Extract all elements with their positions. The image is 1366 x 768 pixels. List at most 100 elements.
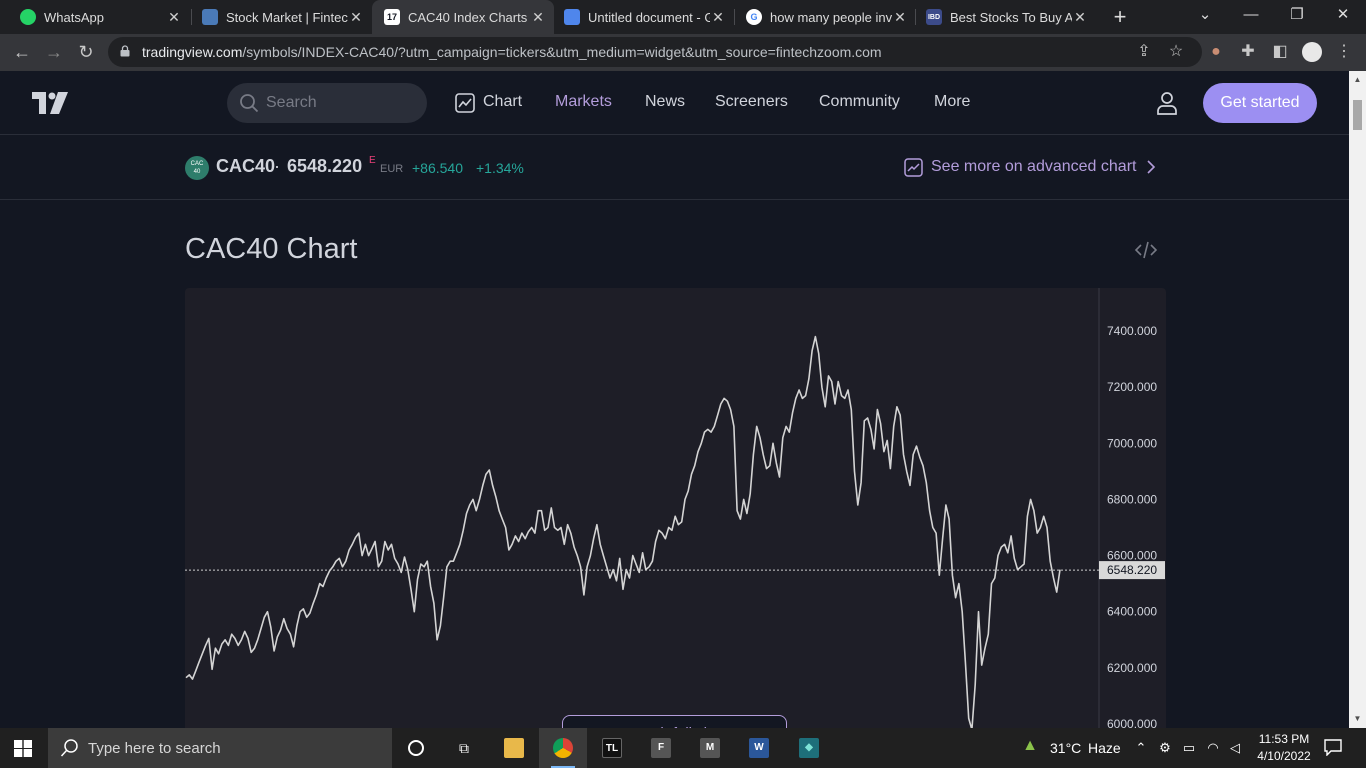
badge-line1: CAC	[190, 161, 204, 167]
defender-icon[interactable]: ⚙	[1157, 740, 1173, 756]
back-button[interactable]: ←	[8, 38, 36, 66]
wifi-icon[interactable]: ◠	[1205, 740, 1221, 756]
task-view-button[interactable]: ⧉	[440, 728, 488, 768]
tab-google-search[interactable]: G how many people inve ✕	[736, 0, 916, 34]
app-m-button[interactable]: M	[686, 728, 734, 768]
site-search-input[interactable]: Search	[227, 83, 427, 123]
taskbar-search-input[interactable]: Type here to search	[48, 728, 392, 768]
address-bar[interactable]: tradingview.com/symbols/INDEX-CAC40/?utm…	[108, 37, 1202, 67]
notifications-icon[interactable]	[1324, 739, 1342, 756]
embed-code-icon[interactable]	[1134, 241, 1158, 259]
close-icon[interactable]: ✕	[166, 9, 182, 26]
cookie-extension-icon[interactable]: ●	[1206, 42, 1226, 62]
launch-full-chart-button[interactable]: Launch full chart	[562, 715, 787, 728]
close-icon[interactable]: ✕	[710, 9, 726, 26]
symbol-currency: EUR	[380, 163, 404, 175]
chart-icon[interactable]	[455, 93, 475, 113]
clock-date: 4/10/2022	[1257, 749, 1311, 763]
tab-title: how many people inve	[770, 9, 892, 25]
price-change-percent: +1.34%	[476, 160, 524, 176]
tab-fintechzoom[interactable]: Stock Market | Fintech ✕	[182, 0, 372, 34]
close-icon[interactable]: ✕	[892, 9, 908, 26]
system-clock[interactable]: 11:53 PM 4/10/2022	[1253, 731, 1315, 765]
nav-news[interactable]: News	[645, 93, 685, 111]
advanced-chart-link[interactable]: See more on advanced chart	[931, 158, 1136, 176]
tradinglite-button[interactable]: TL	[588, 728, 636, 768]
y-tick-label: 7400.000	[1107, 324, 1157, 338]
tab-google-docs[interactable]: Untitled document - G ✕	[554, 0, 734, 34]
tab-search-button[interactable]: ⌄	[1182, 0, 1228, 34]
forward-button[interactable]: →	[40, 38, 68, 66]
windows-start-icon[interactable]	[14, 740, 32, 757]
last-price-label: 6548.220	[1107, 563, 1157, 577]
weather-icon[interactable]: ▲	[1020, 738, 1040, 758]
close-icon[interactable]: ✕	[1072, 9, 1088, 26]
share-icon[interactable]: ⇪	[1134, 42, 1154, 62]
chart-canvas[interactable]: 7400.000 7200.000 7000.000 6800.000 6600.000…	[185, 288, 1166, 728]
menu-kebab-icon[interactable]: ⋮	[1334, 42, 1354, 62]
symbol-name: CAC40	[216, 156, 276, 176]
word-button[interactable]: W	[735, 728, 783, 768]
profile-avatar[interactable]	[1302, 42, 1322, 62]
app-m-icon: M	[700, 738, 720, 758]
restore-button[interactable]: ❐	[1274, 0, 1320, 34]
scrollbar-thumb[interactable]	[1353, 100, 1362, 130]
nav-screeners[interactable]: Screeners	[715, 93, 788, 111]
close-icon[interactable]: ✕	[530, 9, 546, 26]
nav-community[interactable]: Community	[819, 93, 900, 111]
word-icon: W	[749, 738, 769, 758]
get-started-button[interactable]: Get started	[1203, 83, 1317, 123]
tab-tradingview[interactable]: 17 CAC40 Index Charts a ✕	[372, 0, 554, 34]
tab-title: CAC40 Index Charts a	[408, 9, 530, 25]
minimize-button[interactable]: —	[1228, 0, 1274, 34]
chevron-up-icon[interactable]: ⌃	[1133, 740, 1149, 756]
page-scrollbar[interactable]: ▲ ▼	[1349, 71, 1366, 728]
tab-title: WhatsApp	[44, 9, 104, 25]
extensions-puzzle-icon[interactable]: ✚	[1238, 42, 1258, 62]
search-placeholder: Search	[266, 94, 317, 111]
tab-title: Stock Market | Fintech	[226, 9, 348, 25]
filmora-button[interactable]: ◆	[785, 728, 833, 768]
tab-whatsapp[interactable]: WhatsApp ✕	[0, 0, 190, 34]
advanced-chart-icon[interactable]	[904, 158, 923, 177]
tradingview-icon: 17	[384, 9, 400, 25]
cortana-icon	[408, 740, 424, 756]
file-explorer-button[interactable]	[490, 728, 538, 768]
weather-description[interactable]: Haze	[1088, 740, 1121, 756]
new-tab-button[interactable]: +	[1108, 4, 1132, 30]
bookmark-star-icon[interactable]: ☆	[1166, 42, 1186, 62]
app-f-button[interactable]: F	[637, 728, 685, 768]
chevron-right-icon[interactable]	[1146, 159, 1156, 175]
nav-markets[interactable]: Markets	[555, 93, 612, 111]
symbol-header: CAC 40 CAC40 · 6548.220 E EUR +86.540 +1.…	[0, 135, 1349, 200]
symbol-price: 6548.220	[287, 156, 363, 176]
close-window-button[interactable]: ✕	[1320, 0, 1366, 34]
close-icon[interactable]: ✕	[348, 9, 364, 26]
y-tick-label: 6200.000	[1107, 661, 1157, 675]
search-icon	[60, 739, 78, 757]
user-icon[interactable]	[1155, 91, 1179, 115]
volume-icon[interactable]: ◁	[1227, 740, 1243, 756]
windows-taskbar: Type here to search ⧉ TL F M W ◆ ▲ 31°C	[0, 728, 1366, 768]
app-f-icon: F	[651, 738, 671, 758]
site-header: Search Chart Markets News Screeners Comm…	[0, 71, 1349, 135]
chrome-button[interactable]	[539, 728, 587, 768]
scroll-up-arrow[interactable]: ▲	[1352, 75, 1363, 84]
battery-icon[interactable]: ▭	[1181, 740, 1197, 756]
nav-chart[interactable]: Chart	[483, 93, 522, 111]
side-panel-icon[interactable]: ◧	[1270, 42, 1290, 62]
scroll-down-arrow[interactable]: ▼	[1352, 714, 1363, 723]
weather-temperature[interactable]: 31°C	[1050, 740, 1081, 756]
tab-ibd[interactable]: IBD Best Stocks To Buy An ✕	[916, 0, 1096, 34]
y-tick-label: 7000.000	[1107, 436, 1157, 450]
search-icon	[240, 94, 259, 113]
lock-icon	[120, 45, 130, 57]
tradingview-logo[interactable]	[32, 92, 68, 114]
cortana-button[interactable]	[392, 728, 440, 768]
url-path: /symbols/INDEX-CAC40/?utm_campaign=ticke…	[242, 44, 882, 60]
cac40-chart[interactable]: 7400.000 7200.000 7000.000 6800.000 6600.000…	[185, 288, 1166, 728]
browser-tab-bar: WhatsApp ✕ Stock Market | Fintech ✕ 17 C…	[0, 0, 1366, 34]
reload-button[interactable]: ↻	[72, 38, 100, 66]
nav-more[interactable]: More	[934, 93, 970, 111]
badge-line2: 40	[193, 169, 201, 175]
